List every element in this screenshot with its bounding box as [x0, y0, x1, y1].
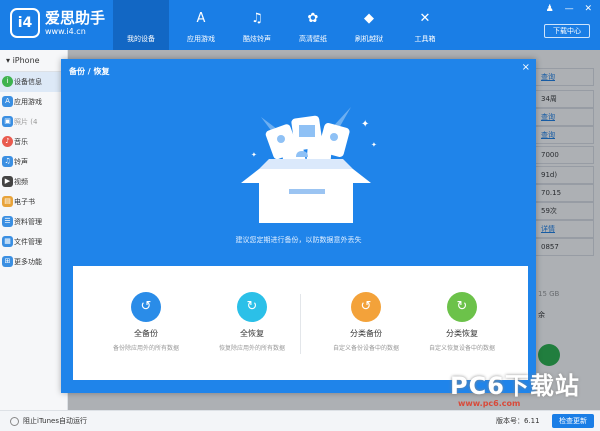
skin-icon[interactable]: ♟ [546, 4, 554, 14]
more-icon: ⊞ [2, 256, 13, 267]
book-icon: ▤ [2, 196, 13, 207]
category-backup-option[interactable]: ↺ 分类备份 自定义备份设备中的数据 [311, 292, 421, 352]
app-store-icon: A [2, 96, 13, 107]
sidebar-item-ringtones[interactable]: ♫ 铃声 [0, 152, 67, 172]
restore-icon: ↻ [237, 292, 267, 322]
option-title: 全恢复 [240, 329, 264, 338]
apple-icon [130, 8, 152, 30]
sidebar-item-label: 铃声 [14, 158, 28, 166]
close-icon[interactable]: × [522, 62, 530, 73]
full-restore-option[interactable]: ↻ 全恢复 恢复除应用外的所有数据 [197, 292, 307, 352]
check-update-button[interactable]: 检查更新 [552, 414, 594, 428]
watermark-brand: PC6下载站 [450, 372, 580, 400]
svg-text:✦: ✦ [361, 119, 369, 130]
app-store-icon: A [196, 11, 206, 26]
option-description: 恢复除应用外的所有数据 [218, 345, 285, 352]
sidebar-item-label: 电子书 [14, 198, 35, 206]
device-selector[interactable]: ▾ iPhone [0, 50, 67, 72]
sidebar-item-label: 音乐 [14, 138, 28, 146]
nav-ringtones[interactable]: ♫ 酷炫铃声 [229, 0, 285, 50]
sidebar-item-label: 资料管理 [14, 218, 42, 226]
photo-icon: ▣ [2, 116, 13, 127]
version-label: 版本号：6.11 [496, 417, 540, 425]
tools-icon: ✕ [419, 11, 431, 26]
nav-label: 酷炫铃声 [243, 35, 271, 43]
nav-flash-jailbreak[interactable]: ◆ 刷机越狱 [341, 0, 397, 50]
backup-options-panel: ↺ 全备份 备份除应用外的所有数据 ↻ 全恢复 恢复除应用外的所有数据 ↺ 分类… [73, 266, 528, 380]
dropbox-icon: ◆ [364, 11, 374, 26]
options-divider [300, 294, 301, 354]
sidebar: ▾ iPhone i 设备信息 A 应用游戏 ▣ 照片 (4 ♪ 音乐 ♫ 铃声 ▶ 视频 … [0, 50, 68, 410]
backup-tip: 建议您定期进行备份，以防数据意外丢失 [235, 236, 362, 244]
device-name: iPhone [12, 56, 40, 65]
option-description: 备份除应用外的所有数据 [112, 345, 179, 352]
sidebar-item-apps[interactable]: A 应用游戏 [0, 92, 67, 112]
sidebar-item-file-management[interactable]: ▦ 文件管理 [0, 232, 67, 252]
wallpaper-icon: ✿ [307, 11, 319, 26]
dialog-title: 备份 / 恢复 [69, 67, 110, 76]
sidebar-item-label: 应用游戏 [14, 98, 42, 106]
nav-label: 刷机越狱 [355, 35, 383, 43]
app-url: www.i4.cn [45, 26, 86, 36]
sidebar-item-more[interactable]: ⊞ 更多功能 [0, 252, 67, 272]
sidebar-item-label: 照片 (4 [14, 118, 38, 126]
sidebar-item-ebooks[interactable]: ▤ 电子书 [0, 192, 67, 212]
bell-icon: ♫ [2, 156, 13, 167]
option-description: 自定义备份设备中的数据 [332, 345, 399, 352]
data-icon: ☰ [2, 216, 13, 227]
bell-icon: ♫ [251, 11, 263, 26]
radio-icon [10, 416, 19, 426]
option-description: 自定义恢复设备中的数据 [428, 345, 495, 352]
svg-text:✦: ✦ [251, 151, 257, 159]
music-icon: ♪ [2, 136, 13, 147]
nav-label: 工具箱 [414, 35, 436, 43]
top-bar: i4 爱思助手 www.i4.cn 我的设备 A 应用游戏 ♫ 酷炫铃声 ✿ 高… [0, 0, 600, 50]
sidebar-item-label: 文件管理 [14, 238, 42, 246]
sidebar-item-data-management[interactable]: ☰ 资料管理 [0, 212, 67, 232]
category-backup-icon: ↺ [351, 292, 381, 322]
nav-apps-games[interactable]: A 应用游戏 [173, 0, 229, 50]
sidebar-item-device-info[interactable]: i 设备信息 [0, 72, 67, 92]
nav-label: 应用游戏 [187, 35, 215, 43]
sidebar-item-label: 视频 [14, 178, 28, 186]
close-icon[interactable]: ✕ [584, 4, 592, 14]
sidebar-item-label: 设备信息 [14, 78, 42, 86]
category-restore-option[interactable]: ↻ 分类恢复 自定义恢复设备中的数据 [407, 292, 517, 352]
window-controls: ♟ — ✕ [538, 4, 592, 14]
sidebar-item-videos[interactable]: ▶ 视频 [0, 172, 67, 192]
option-title: 全备份 [134, 329, 158, 338]
nav-label: 我的设备 [127, 35, 155, 43]
itunes-toggle[interactable]: 阻止iTunes自动运行 [10, 416, 87, 426]
app-logo: i4 爱思助手 www.i4.cn [10, 8, 105, 38]
backup-box-illustration: ✦ ✦ ✦ [241, 107, 377, 223]
full-backup-option[interactable]: ↺ 全备份 备份除应用外的所有数据 [91, 292, 201, 352]
option-title: 分类备份 [350, 329, 382, 338]
status-bar: 阻止iTunes自动运行 版本号：6.11 检查更新 [0, 410, 600, 431]
backup-icon: ↺ [131, 292, 161, 322]
sidebar-item-music[interactable]: ♪ 音乐 [0, 132, 67, 152]
video-icon: ▶ [2, 176, 13, 187]
download-center-button[interactable]: 下载中心 [544, 24, 590, 38]
option-title: 分类恢复 [446, 329, 478, 338]
sidebar-item-photos[interactable]: ▣ 照片 (4 [0, 112, 67, 132]
itunes-label: 阻止iTunes自动运行 [23, 417, 87, 425]
minimize-icon[interactable]: — [565, 4, 574, 14]
app-name: 爱思助手 [45, 8, 106, 27]
info-icon: i [2, 76, 13, 87]
watermark-url: www.pc6.com [458, 399, 521, 408]
sidebar-item-label: 更多功能 [14, 258, 42, 266]
nav-wallpapers[interactable]: ✿ 高清壁纸 [285, 0, 341, 50]
svg-text:✦: ✦ [371, 141, 377, 149]
nav-my-device[interactable]: 我的设备 [113, 0, 169, 50]
nav-label: 高清壁纸 [299, 35, 327, 43]
logo-mark-icon: i4 [10, 8, 40, 38]
folder-icon: ▦ [2, 236, 13, 247]
category-restore-icon: ↻ [447, 292, 477, 322]
nav-toolbox[interactable]: ✕ 工具箱 [397, 0, 453, 50]
backup-restore-dialog: 备份 / 恢复 × ✦ ✦ ✦ 建议您定期进行备份，以防数据意外丢失 ↺ 全备份… [61, 59, 536, 393]
